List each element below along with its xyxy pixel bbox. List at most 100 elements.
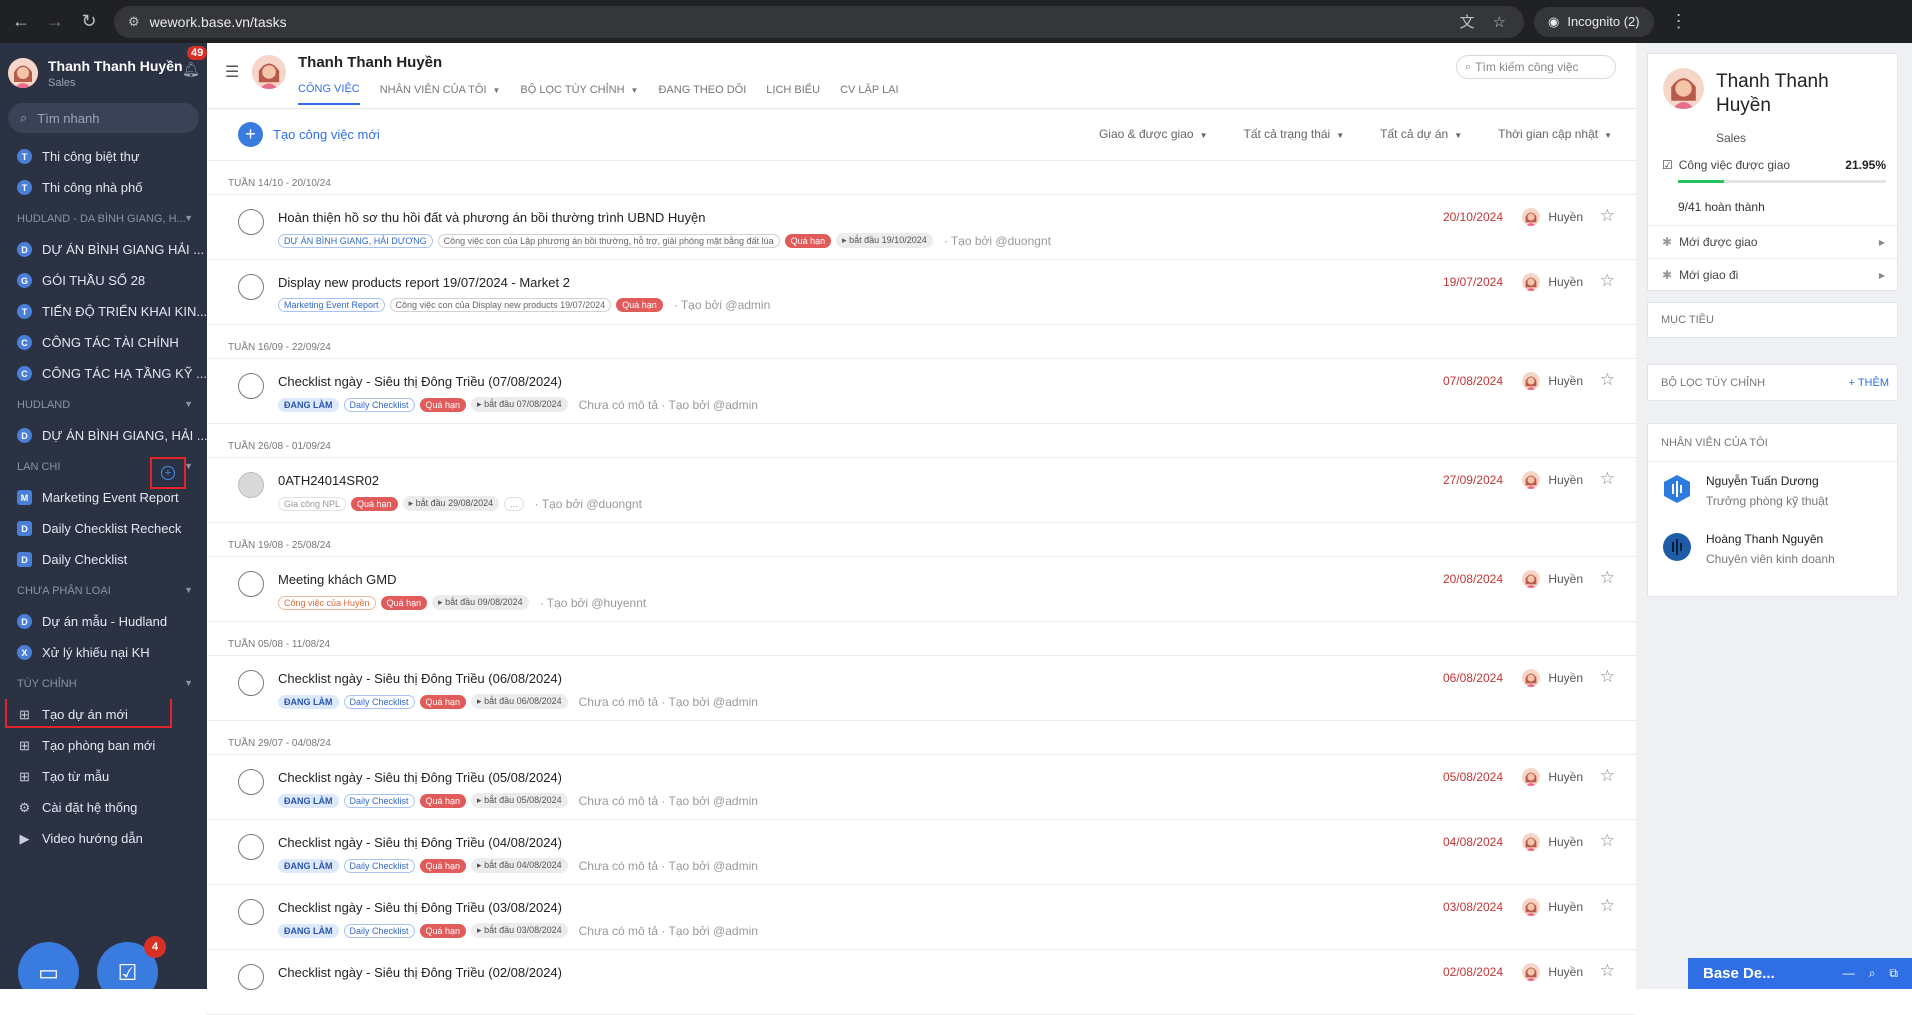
address-bar[interactable]: ⚙ wework.base.vn/tasks 文 ☆ bbox=[114, 5, 1524, 38]
tasks-fab[interactable]: ☑ 4 bbox=[97, 936, 166, 989]
task-row[interactable]: Meeting khách GMD Công việc của Huyền Quá … bbox=[207, 557, 1636, 622]
task-tag[interactable]: ▸ bắt đầu 06/08/2024 bbox=[471, 694, 568, 709]
task-tag[interactable]: Quá hạn bbox=[380, 595, 428, 610]
task-tag[interactable]: Daily Checklist bbox=[343, 694, 415, 709]
task-tag[interactable]: Daily Checklist bbox=[343, 923, 415, 938]
sidebar-action-cai-dat-he-thong[interactable]: ⚙ Cài đặt hệ thống bbox=[0, 792, 207, 823]
external-link-icon[interactable]: ⧉ bbox=[1889, 966, 1898, 981]
incognito-badge[interactable]: ◉ Incognito (2) bbox=[1534, 6, 1654, 37]
task-tag[interactable]: ▸ bắt đầu 09/08/2024 bbox=[432, 595, 529, 610]
star-icon[interactable]: ☆ bbox=[1600, 271, 1615, 291]
star-icon[interactable]: ☆ bbox=[1600, 469, 1615, 489]
sidebar-item-xu-ly-khieu-nai-kh[interactable]: X Xử lý khiếu nại KH bbox=[0, 637, 207, 668]
new-delegated-link[interactable]: ✱ Mới giao đi ▶ bbox=[1648, 258, 1897, 291]
star-icon[interactable]: ☆ bbox=[1600, 568, 1615, 588]
sidebar-item-du-an-binh-giang-hai[interactable]: D DỰ ÁN BÌNH GIANG, HẢI ... bbox=[0, 420, 207, 451]
task-tag[interactable]: ▸ bắt đầu 07/08/2024 bbox=[471, 397, 568, 412]
forward-icon[interactable]: → bbox=[42, 9, 68, 35]
task-tag[interactable]: Gia công NPL bbox=[278, 496, 347, 511]
task-title[interactable]: Checklist ngày - Siêu thị Đông Triều (04… bbox=[278, 835, 562, 850]
tab-cong-viec[interactable]: CÔNG VIỆC bbox=[298, 83, 360, 105]
task-tag[interactable]: Công việc con của Lập phương án bồi thườ… bbox=[437, 233, 780, 248]
star-icon[interactable]: ☆ bbox=[1600, 831, 1615, 851]
task-tag[interactable]: Quá hạn bbox=[616, 298, 663, 312]
task-complete-checkbox[interactable] bbox=[238, 899, 264, 925]
task-row[interactable]: Checklist ngày - Siêu thị Đông Triều (03… bbox=[207, 885, 1636, 950]
task-row[interactable]: Hoàn thiện hồ sơ thu hồi đất và phương á… bbox=[207, 195, 1636, 260]
sidebar-section-tuy-chinh[interactable]: TÙY CHỈNH ▼ bbox=[0, 668, 207, 699]
bell-icon[interactable]: 🔔︎ bbox=[182, 61, 200, 78]
task-tag[interactable]: ĐANG LÀM bbox=[278, 694, 339, 709]
task-tag[interactable]: Quá hạn bbox=[419, 858, 467, 873]
browser-menu-icon[interactable]: ⋮ bbox=[1670, 11, 1688, 32]
tab-lich-bieu[interactable]: LỊCH BIỂU bbox=[766, 83, 820, 105]
employee-item[interactable]: Hoàng Thanh Nguyên Chuyên viên kinh doan… bbox=[1662, 532, 1835, 566]
task-tag[interactable]: ▸ bắt đầu 29/08/2024 bbox=[402, 496, 500, 511]
task-row[interactable]: Checklist ngày - Siêu thị Đông Triều (06… bbox=[207, 656, 1636, 721]
task-complete-checkbox[interactable] bbox=[238, 209, 264, 235]
sidebar-item-marketing-event-report[interactable]: M Marketing Event Report bbox=[0, 482, 207, 513]
sidebar-section-hudland-da-binh-giang-h[interactable]: HUDLAND - DA BÌNH GIANG, H... ▼ bbox=[0, 203, 207, 234]
new-task-button[interactable]: + Tạo công việc mới bbox=[238, 122, 380, 147]
star-icon[interactable]: ☆ bbox=[1600, 370, 1615, 390]
task-complete-checkbox[interactable] bbox=[238, 964, 264, 990]
task-tag[interactable]: Quá hạn bbox=[351, 496, 398, 511]
task-complete-checkbox[interactable] bbox=[238, 373, 264, 399]
task-assignee[interactable]: Huyền bbox=[1522, 273, 1583, 291]
sidebar-item-thi-cong-nha-pho[interactable]: T Thi công nhà phố bbox=[0, 172, 207, 203]
star-icon[interactable]: ☆ bbox=[1600, 896, 1615, 916]
filter-dropdown-thoi-gian-cap-nhat[interactable]: Thời gian cập nhật ▼ bbox=[1498, 127, 1612, 141]
site-settings-icon[interactable]: ⚙ bbox=[128, 14, 140, 30]
sidebar-item-cong-tac-ha-tang-ky[interactable]: C CÔNG TÁC HẠ TẦNG KỸ ... bbox=[0, 358, 207, 389]
tab-dang-theo-doi[interactable]: ĐANG THEO DÕI bbox=[658, 83, 746, 105]
sidebar-item-du-an-binh-giang-hai[interactable]: D DỰ ÁN BÌNH GIANG HẢI ... bbox=[0, 234, 207, 265]
task-tag[interactable]: Daily Checklist bbox=[343, 793, 415, 808]
task-complete-checkbox[interactable] bbox=[238, 274, 264, 300]
quick-search-input[interactable]: ⌕ Tìm nhanh bbox=[8, 103, 199, 133]
sidebar-section-chua-phan-loai[interactable]: CHƯA PHÂN LOẠI ▼ bbox=[0, 575, 207, 606]
employee-item[interactable]: Nguyễn Tuấn Dương Trưởng phòng kỹ thuật bbox=[1662, 474, 1828, 508]
task-complete-checkbox[interactable] bbox=[238, 472, 264, 498]
sidebar-item-thi-cong-biet-thu[interactable]: T Thi công biệt thự bbox=[0, 141, 207, 172]
task-tag[interactable]: ▸ bắt đầu 19/10/2024 bbox=[836, 233, 933, 248]
task-assignee[interactable]: Huyền bbox=[1522, 471, 1583, 489]
bookmark-star-icon[interactable]: ☆ bbox=[1493, 13, 1506, 31]
task-complete-checkbox[interactable] bbox=[238, 670, 264, 696]
task-title[interactable]: Meeting khách GMD bbox=[278, 572, 397, 587]
task-tag[interactable]: Marketing Event Report bbox=[278, 298, 385, 312]
task-complete-checkbox[interactable] bbox=[238, 769, 264, 795]
task-row[interactable]: Checklist ngày - Siêu thị Đông Triều (07… bbox=[207, 359, 1636, 424]
add-filter-button[interactable]: + THÊM bbox=[1849, 377, 1889, 389]
new-assigned-link[interactable]: ✱ Mới được giao ▶ bbox=[1648, 225, 1897, 258]
task-tag[interactable]: ĐANG LÀM bbox=[278, 793, 339, 808]
task-row[interactable]: Checklist ngày - Siêu thị Đông Triều (05… bbox=[207, 755, 1636, 820]
task-tag[interactable]: Công việc con của Display new products 1… bbox=[389, 298, 612, 312]
sidebar-item-daily-checklist-recheck[interactable]: D Daily Checklist Recheck bbox=[0, 513, 207, 544]
task-title[interactable]: Checklist ngày - Siêu thị Đông Triều (05… bbox=[278, 770, 562, 785]
sidebar-action-video-huong-dan[interactable]: ▶ Video hướng dẫn bbox=[0, 823, 207, 854]
task-tag[interactable]: ĐANG LÀM bbox=[278, 923, 339, 938]
chevron-down-icon[interactable]: ▼ bbox=[184, 585, 193, 595]
star-icon[interactable]: ☆ bbox=[1600, 961, 1615, 981]
chevron-down-icon[interactable]: ▼ bbox=[184, 678, 193, 688]
task-assignee[interactable]: Huyền bbox=[1522, 570, 1583, 588]
chat-fab[interactable]: ▭ bbox=[18, 942, 79, 989]
task-tag[interactable]: ▸ bắt đầu 03/08/2024 bbox=[471, 923, 568, 938]
task-title[interactable]: Checklist ngày - Siêu thị Đông Triều (06… bbox=[278, 671, 562, 686]
task-tag[interactable]: Daily Checklist bbox=[343, 858, 415, 873]
chat-widget[interactable]: Base De... — ⌕ ⧉ bbox=[1688, 958, 1912, 989]
task-search-input[interactable]: ⌕ Tìm kiếm công việc bbox=[1456, 55, 1616, 79]
chevron-down-icon[interactable]: ▼ bbox=[184, 213, 193, 223]
task-assignee[interactable]: Huyền bbox=[1522, 898, 1583, 916]
task-assignee[interactable]: Huyền bbox=[1522, 833, 1583, 851]
task-title[interactable]: Hoàn thiện hồ sơ thu hồi đất và phương á… bbox=[278, 210, 705, 225]
task-tag[interactable]: Quá hạn bbox=[419, 397, 467, 412]
task-tag[interactable]: ▸ bắt đầu 04/08/2024 bbox=[471, 858, 568, 873]
sidebar-action-tao-du-an-moi[interactable]: ⊞ Tạo dự án mới bbox=[0, 699, 207, 730]
sidebar-action-tao-tu-mau[interactable]: ⊞ Tạo từ mẫu bbox=[0, 761, 207, 792]
task-tag[interactable]: Công việc của Huyền bbox=[278, 595, 376, 610]
task-assignee[interactable]: Huyền bbox=[1522, 372, 1583, 390]
star-icon[interactable]: ☆ bbox=[1600, 667, 1615, 687]
task-title[interactable]: 0ATH24014SR02 bbox=[278, 473, 379, 488]
task-assignee[interactable]: Huyền bbox=[1522, 669, 1583, 687]
